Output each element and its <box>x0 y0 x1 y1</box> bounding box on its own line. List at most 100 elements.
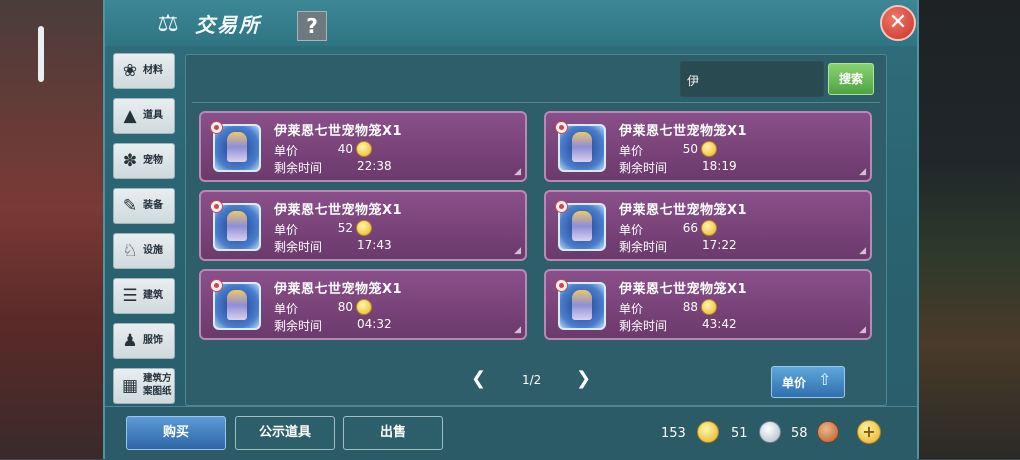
search-button[interactable]: 搜索 <box>828 63 874 95</box>
category-sidebar: ❀ 材料 ▲ 道具 ✽ 宠物 ✎ 装备 ♘ 设施 ☰ 建筑 ♟ 服饰 ▦ 建筑方 <box>113 53 177 413</box>
sidebar-item-clothing[interactable]: ♟ 服饰 <box>113 323 175 359</box>
facility-icon: ♘ <box>122 241 138 261</box>
time-label: 剩余时间 <box>619 240 668 254</box>
price-value: 50 <box>682 142 698 156</box>
help-button[interactable]: ? <box>297 11 327 41</box>
corner-ornament-icon: ◢ <box>859 325 866 335</box>
sort-by-price-button[interactable]: 单价 ⇧ <box>771 366 845 398</box>
pet-figure <box>227 290 247 320</box>
corner-ornament-icon: ◢ <box>514 167 521 177</box>
item-name: 伊莱恩七世宠物笼X1 <box>274 203 403 218</box>
background-scene-left <box>0 0 105 459</box>
pet-figure <box>227 132 247 162</box>
listing-card[interactable]: 伊莱恩七世宠物笼X1 单价 88 剩余时间 43:42 ◢ <box>544 269 872 340</box>
listing-panel: 伊 搜索 伊莱恩七世宠物笼X1 单价 40 剩余时间 22:38 ◢ 伊莱恩七世… <box>185 54 887 406</box>
time-label: 剩余时间 <box>274 319 323 333</box>
sidebar-item-label: 道具 <box>143 110 163 121</box>
corner-ornament-icon: ◢ <box>514 325 521 335</box>
price-label: 单价 <box>274 223 299 237</box>
time-value: 22:38 <box>357 159 392 173</box>
sidebar-item-material[interactable]: ❀ 材料 <box>113 53 175 89</box>
search-input[interactable]: 伊 <box>680 61 824 97</box>
sidebar-item-building[interactable]: ☰ 建筑 <box>113 278 175 314</box>
window-title: 交易所 <box>195 13 261 37</box>
page-indicator: 1/2 <box>522 373 542 387</box>
sidebar-item-label: 宠物 <box>143 155 163 166</box>
item-name: 伊莱恩七世宠物笼X1 <box>619 282 748 297</box>
sidebar-item-label: 设施 <box>143 245 163 256</box>
listing-card[interactable]: 伊莱恩七世宠物笼X1 单价 52 剩余时间 17:43 ◢ <box>199 190 527 261</box>
price-value: 40 <box>337 142 353 156</box>
pet-cage-icon <box>555 121 606 172</box>
gold-coin-icon <box>701 141 717 157</box>
listing-card[interactable]: 伊莱恩七世宠物笼X1 单价 40 剩余时间 22:38 ◢ <box>199 111 527 182</box>
buy-button[interactable]: 购买 <box>126 416 226 450</box>
pet-figure <box>572 132 592 162</box>
pet-cage-icon <box>210 200 261 251</box>
add-currency-button[interactable]: + <box>857 420 881 444</box>
pet-cage-icon <box>555 279 606 330</box>
pet-figure <box>227 211 247 241</box>
sidebar-item-label: 服饰 <box>143 335 163 346</box>
gold-coin-icon <box>356 220 372 236</box>
search-input-value: 伊 <box>687 74 700 88</box>
corner-ornament-icon: ◢ <box>859 167 866 177</box>
gold-coin-icon <box>701 220 717 236</box>
sidebar-item-label: 建筑 <box>143 290 163 301</box>
paw-icon: ✽ <box>122 151 138 171</box>
material-icon: ❀ <box>122 61 138 81</box>
badge-dot-icon <box>210 279 223 292</box>
price-label: 单价 <box>619 302 644 316</box>
gold-coin-icon <box>356 299 372 315</box>
price-value: 52 <box>337 221 353 235</box>
time-label: 剩余时间 <box>274 240 323 254</box>
item-name: 伊莱恩七世宠物笼X1 <box>274 282 403 297</box>
gold-amount: 153 <box>661 426 686 441</box>
listing-card[interactable]: 伊莱恩七世宠物笼X1 单价 50 剩余时间 18:19 ◢ <box>544 111 872 182</box>
sell-button[interactable]: 出售 <box>343 416 443 450</box>
sidebar-item-label: 建筑方案图纸 <box>143 373 172 397</box>
building-icon: ☰ <box>122 286 138 306</box>
time-value: 17:43 <box>357 238 392 252</box>
time-value: 17:22 <box>702 238 737 252</box>
next-page-button[interactable]: ❯ <box>576 368 591 389</box>
sidebar-item-props[interactable]: ▲ 道具 <box>113 98 175 134</box>
sidebar-item-blueprint[interactable]: ▦ 建筑方案图纸 <box>113 368 175 404</box>
silver-amount: 51 <box>731 426 748 441</box>
pet-cage-icon <box>210 279 261 330</box>
pet-cage-icon <box>210 121 261 172</box>
gold-coin-icon <box>697 421 719 443</box>
sidebar-item-label: 材料 <box>143 65 163 76</box>
divider <box>192 102 880 103</box>
price-label: 单价 <box>619 144 644 158</box>
sidebar-item-facility[interactable]: ♘ 设施 <box>113 233 175 269</box>
corner-ornament-icon: ◢ <box>859 246 866 256</box>
listing-card[interactable]: 伊莱恩七世宠物笼X1 单价 80 剩余时间 04:32 ◢ <box>199 269 527 340</box>
badge-dot-icon <box>210 200 223 213</box>
gold-coin-icon <box>701 299 717 315</box>
sidebar-item-equipment[interactable]: ✎ 装备 <box>113 188 175 224</box>
badge-dot-icon <box>555 279 568 292</box>
exchange-window: ⚖ 交易所 ? ❀ 材料 ▲ 道具 ✽ 宠物 ✎ 装备 ♘ 设施 ☰ 建筑 ♟ <box>103 0 919 460</box>
badge-dot-icon <box>210 121 223 134</box>
sort-label: 单价 <box>782 376 807 390</box>
prev-page-button[interactable]: ❮ <box>471 368 486 389</box>
time-label: 剩余时间 <box>619 319 668 333</box>
time-value: 04:32 <box>357 317 392 331</box>
public-items-button[interactable]: 公示道具 <box>235 416 335 450</box>
silver-coin-icon <box>759 421 781 443</box>
background-scene-right <box>910 0 1020 459</box>
price-value: 88 <box>682 300 698 314</box>
sidebar-item-pets[interactable]: ✽ 宠物 <box>113 143 175 179</box>
badge-dot-icon <box>555 200 568 213</box>
corner-ornament-icon: ◢ <box>514 246 521 256</box>
price-value: 80 <box>337 300 353 314</box>
item-name: 伊莱恩七世宠物笼X1 <box>619 124 748 139</box>
listing-card[interactable]: 伊莱恩七世宠物笼X1 单价 66 剩余时间 17:22 ◢ <box>544 190 872 261</box>
price-label: 单价 <box>619 223 644 237</box>
close-button[interactable]: ✕ <box>880 5 916 41</box>
scale-icon: ⚖ <box>157 9 179 37</box>
pet-cage-icon <box>555 200 606 251</box>
bronze-amount: 58 <box>791 426 808 441</box>
badge-dot-icon <box>555 121 568 134</box>
